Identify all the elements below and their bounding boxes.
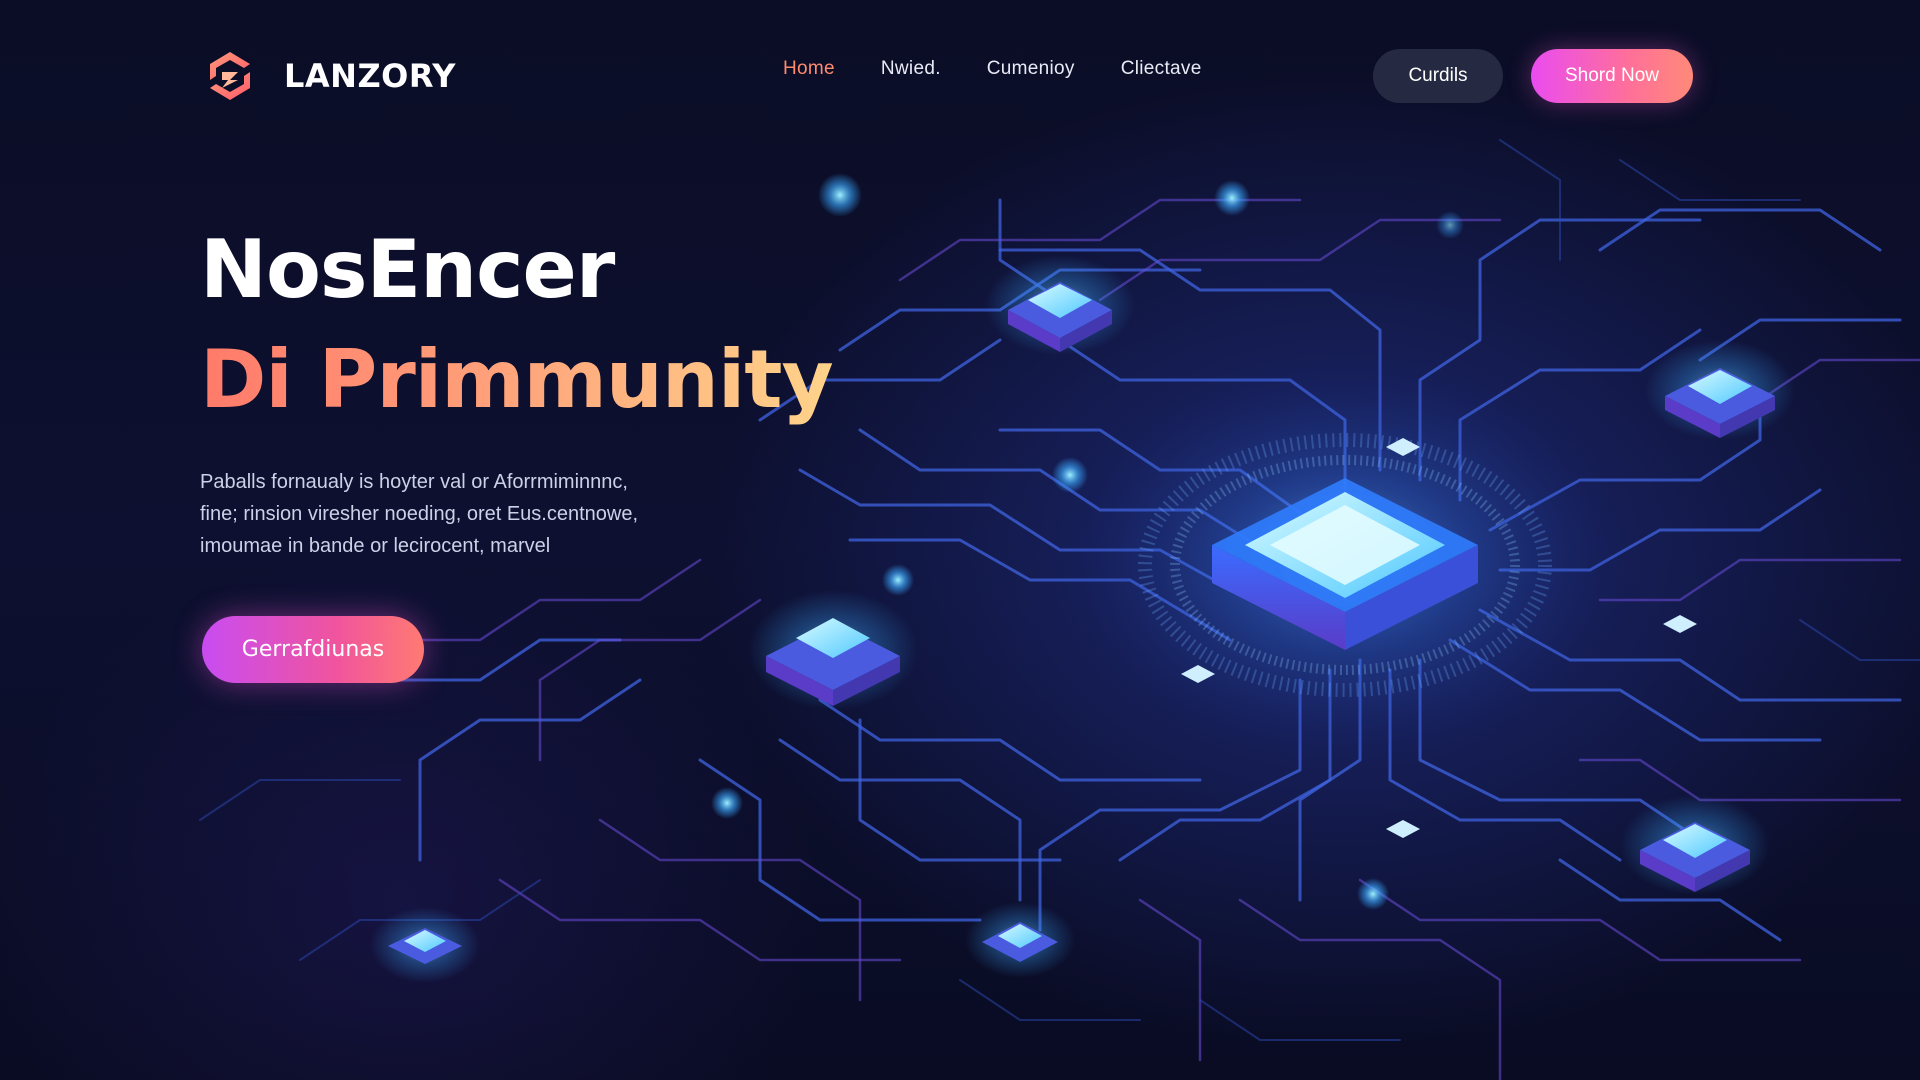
brand-name: LANZORY (284, 57, 456, 95)
nav-link-home[interactable]: Home (783, 58, 835, 80)
nav-link-nwied[interactable]: Nwied. (881, 58, 941, 80)
header-primary-button[interactable]: Shord Now (1531, 49, 1693, 103)
hero-cta-button[interactable]: Gerrafdiunas (202, 616, 424, 683)
hero-description: Paballs fornaualy is hoyter val or Aforr… (200, 466, 720, 562)
header-secondary-button[interactable]: Curdils (1373, 49, 1503, 103)
brand-logo-icon (210, 52, 250, 100)
nav-link-cumenioy[interactable]: Cumenioy (987, 58, 1075, 80)
brand[interactable]: LANZORY (200, 48, 456, 104)
hero-description-line: fine; rinsion viresher noeding, oret Eus… (200, 503, 639, 525)
hero-description-line: Paballs fornaualy is hoyter val or Aforr… (200, 471, 628, 493)
site-header: LANZORY Home Nwied. Cumenioy Cliectave C… (0, 0, 1920, 152)
nav-link-cliectave[interactable]: Cliectave (1121, 58, 1202, 80)
hero-description-line: imoumae in bande or lecirocent, marvel (200, 535, 551, 557)
hero-title-line-2: Di Primmunity (200, 333, 834, 426)
landing-page: LANZORY Home Nwied. Cumenioy Cliectave C… (0, 0, 1920, 1080)
main-nav: Home Nwied. Cumenioy Cliectave (783, 58, 1202, 80)
hero-title-line-1: NosEncer (200, 223, 615, 316)
